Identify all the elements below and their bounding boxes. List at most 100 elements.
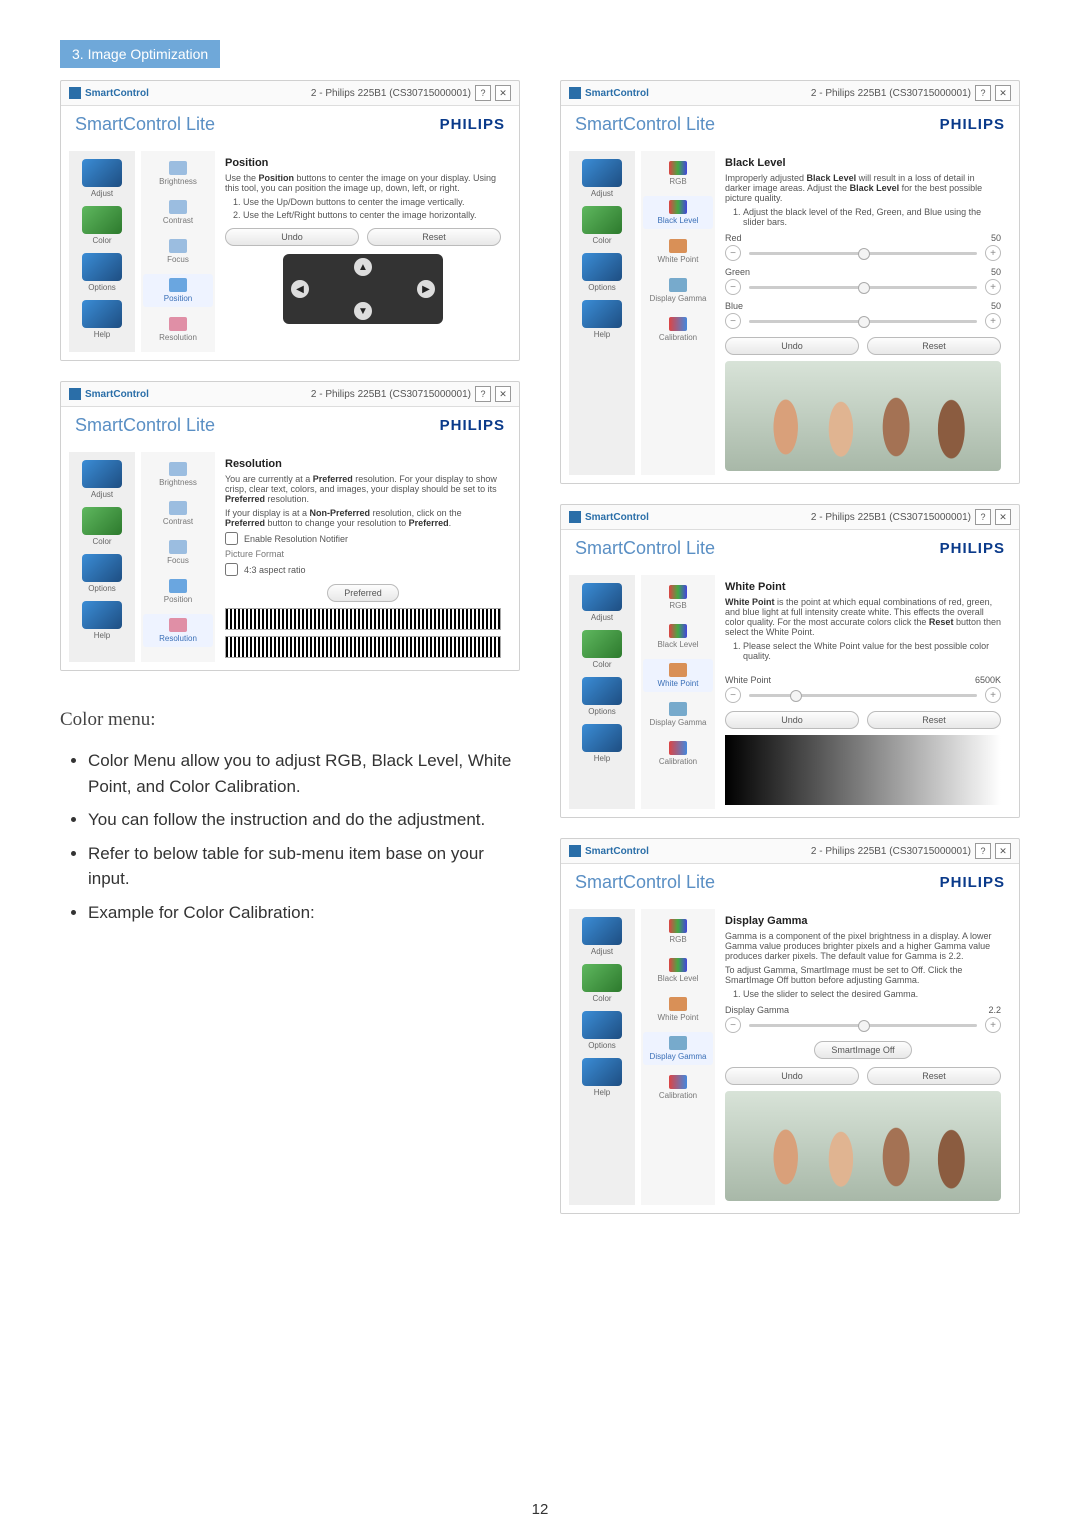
- sidebar: Adjust Color Options Help: [69, 151, 135, 352]
- preview-gradient: [725, 735, 1001, 805]
- plus-icon[interactable]: +: [985, 1017, 1001, 1033]
- enable-res-notifier-checkbox[interactable]: [225, 532, 238, 545]
- sidebar-item-color[interactable]: Color: [79, 507, 125, 546]
- reset-button[interactable]: Reset: [867, 337, 1001, 355]
- sub-gamma[interactable]: Display Gamma: [643, 1032, 713, 1065]
- sub-position[interactable]: Position: [143, 575, 213, 608]
- sub-brightness[interactable]: Brightness: [143, 157, 213, 190]
- sidebar-item-adjust[interactable]: Adjust: [79, 460, 125, 499]
- close-icon[interactable]: ✕: [495, 386, 511, 402]
- sub-gamma[interactable]: Display Gamma: [643, 274, 713, 307]
- sub-blacklevel[interactable]: Black Level: [643, 620, 713, 653]
- plus-icon[interactable]: +: [985, 313, 1001, 329]
- sub-whitepoint[interactable]: White Point: [643, 993, 713, 1026]
- page-number: 12: [0, 1501, 1080, 1518]
- sub-blacklevel[interactable]: Black Level: [643, 954, 713, 987]
- sub-resolution[interactable]: Resolution: [143, 313, 213, 346]
- sidebar-item-help[interactable]: Help: [79, 601, 125, 640]
- minus-icon[interactable]: −: [725, 279, 741, 295]
- doc-li: Refer to below table for sub-menu item b…: [88, 841, 520, 892]
- reset-button[interactable]: Reset: [367, 228, 501, 246]
- sidebar-item-options[interactable]: Options: [579, 1011, 625, 1050]
- direction-pad: ▲ ▼ ◀ ▶: [283, 254, 443, 324]
- sidebar-item-options[interactable]: Options: [79, 554, 125, 593]
- red-slider[interactable]: [749, 252, 977, 255]
- green-slider[interactable]: [749, 286, 977, 289]
- app-gamma: SmartControl 2 - Philips 225B1 (CS307150…: [560, 838, 1020, 1214]
- sub-brightness[interactable]: Brightness: [143, 458, 213, 491]
- doc-li: Example for Color Calibration:: [88, 900, 520, 926]
- sub-whitepoint[interactable]: White Point: [643, 659, 713, 692]
- undo-button[interactable]: Undo: [725, 337, 859, 355]
- sidebar-item-color[interactable]: Color: [579, 964, 625, 1003]
- undo-button[interactable]: Undo: [725, 711, 859, 729]
- close-icon[interactable]: ✕: [995, 509, 1011, 525]
- sidebar-item-options[interactable]: Options: [79, 253, 125, 292]
- sub-blacklevel[interactable]: Black Level: [643, 196, 713, 229]
- sub-position[interactable]: Position: [143, 274, 213, 307]
- help-icon[interactable]: ?: [975, 509, 991, 525]
- help-icon[interactable]: ?: [475, 386, 491, 402]
- minus-icon[interactable]: −: [725, 313, 741, 329]
- arrow-right-icon[interactable]: ▶: [417, 280, 435, 298]
- sub-calibration[interactable]: Calibration: [643, 313, 713, 346]
- help-icon[interactable]: ?: [975, 85, 991, 101]
- doc-li: You can follow the instruction and do th…: [88, 807, 520, 833]
- pane-title: Position: [225, 157, 501, 169]
- sub-whitepoint[interactable]: White Point: [643, 235, 713, 268]
- sub-calibration[interactable]: Calibration: [643, 1071, 713, 1104]
- aspect-ratio-checkbox[interactable]: [225, 563, 238, 576]
- sub-calibration[interactable]: Calibration: [643, 737, 713, 770]
- app-resolution: SmartControl 2 - Philips 225B1 (CS307150…: [60, 381, 520, 671]
- sub-focus[interactable]: Focus: [143, 536, 213, 569]
- sidebar-item-adjust[interactable]: Adjust: [579, 583, 625, 622]
- preview-photo: [725, 361, 1001, 471]
- close-icon[interactable]: ✕: [995, 843, 1011, 859]
- sidebar-item-color[interactable]: Color: [579, 206, 625, 245]
- sidebar-item-options[interactable]: Options: [579, 253, 625, 292]
- sidebar-item-adjust[interactable]: Adjust: [579, 159, 625, 198]
- plus-icon[interactable]: +: [985, 279, 1001, 295]
- plus-icon[interactable]: +: [985, 687, 1001, 703]
- arrow-left-icon[interactable]: ◀: [291, 280, 309, 298]
- blue-slider[interactable]: [749, 320, 977, 323]
- close-icon[interactable]: ✕: [995, 85, 1011, 101]
- sub-rgb[interactable]: RGB: [643, 581, 713, 614]
- arrow-down-icon[interactable]: ▼: [354, 302, 372, 320]
- sidebar-item-adjust[interactable]: Adjust: [579, 917, 625, 956]
- sub-rgb[interactable]: RGB: [643, 157, 713, 190]
- sidebar-item-options[interactable]: Options: [579, 677, 625, 716]
- sub-gamma[interactable]: Display Gamma: [643, 698, 713, 731]
- arrow-up-icon[interactable]: ▲: [354, 258, 372, 276]
- gamma-slider[interactable]: [749, 1024, 977, 1027]
- minus-icon[interactable]: −: [725, 1017, 741, 1033]
- reset-button[interactable]: Reset: [867, 1067, 1001, 1085]
- logo: PHILIPS: [440, 116, 505, 133]
- sidebar-item-color[interactable]: Color: [79, 206, 125, 245]
- sidebar-item-help[interactable]: Help: [79, 300, 125, 339]
- sub-rgb[interactable]: RGB: [643, 915, 713, 948]
- app-position: SmartControl 2 - Philips 225B1 (CS307150…: [60, 80, 520, 361]
- sidebar-item-adjust[interactable]: Adjust: [79, 159, 125, 198]
- minus-icon[interactable]: −: [725, 687, 741, 703]
- undo-button[interactable]: Undo: [225, 228, 359, 246]
- sidebar-item-help[interactable]: Help: [579, 300, 625, 339]
- sub-contrast[interactable]: Contrast: [143, 196, 213, 229]
- help-icon[interactable]: ?: [975, 843, 991, 859]
- sub-resolution[interactable]: Resolution: [143, 614, 213, 647]
- plus-icon[interactable]: +: [985, 245, 1001, 261]
- sidebar-item-help[interactable]: Help: [579, 1058, 625, 1097]
- sidebar-item-color[interactable]: Color: [579, 630, 625, 669]
- smartimage-off-button[interactable]: SmartImage Off: [814, 1041, 911, 1059]
- minus-icon[interactable]: −: [725, 245, 741, 261]
- undo-button[interactable]: Undo: [725, 1067, 859, 1085]
- reset-button[interactable]: Reset: [867, 711, 1001, 729]
- whitepoint-slider[interactable]: [749, 694, 977, 697]
- close-icon[interactable]: ✕: [495, 85, 511, 101]
- preferred-button[interactable]: Preferred: [327, 584, 399, 602]
- doc-heading: Color menu:: [60, 709, 520, 731]
- sub-contrast[interactable]: Contrast: [143, 497, 213, 530]
- help-icon[interactable]: ?: [475, 85, 491, 101]
- sub-focus[interactable]: Focus: [143, 235, 213, 268]
- sidebar-item-help[interactable]: Help: [579, 724, 625, 763]
